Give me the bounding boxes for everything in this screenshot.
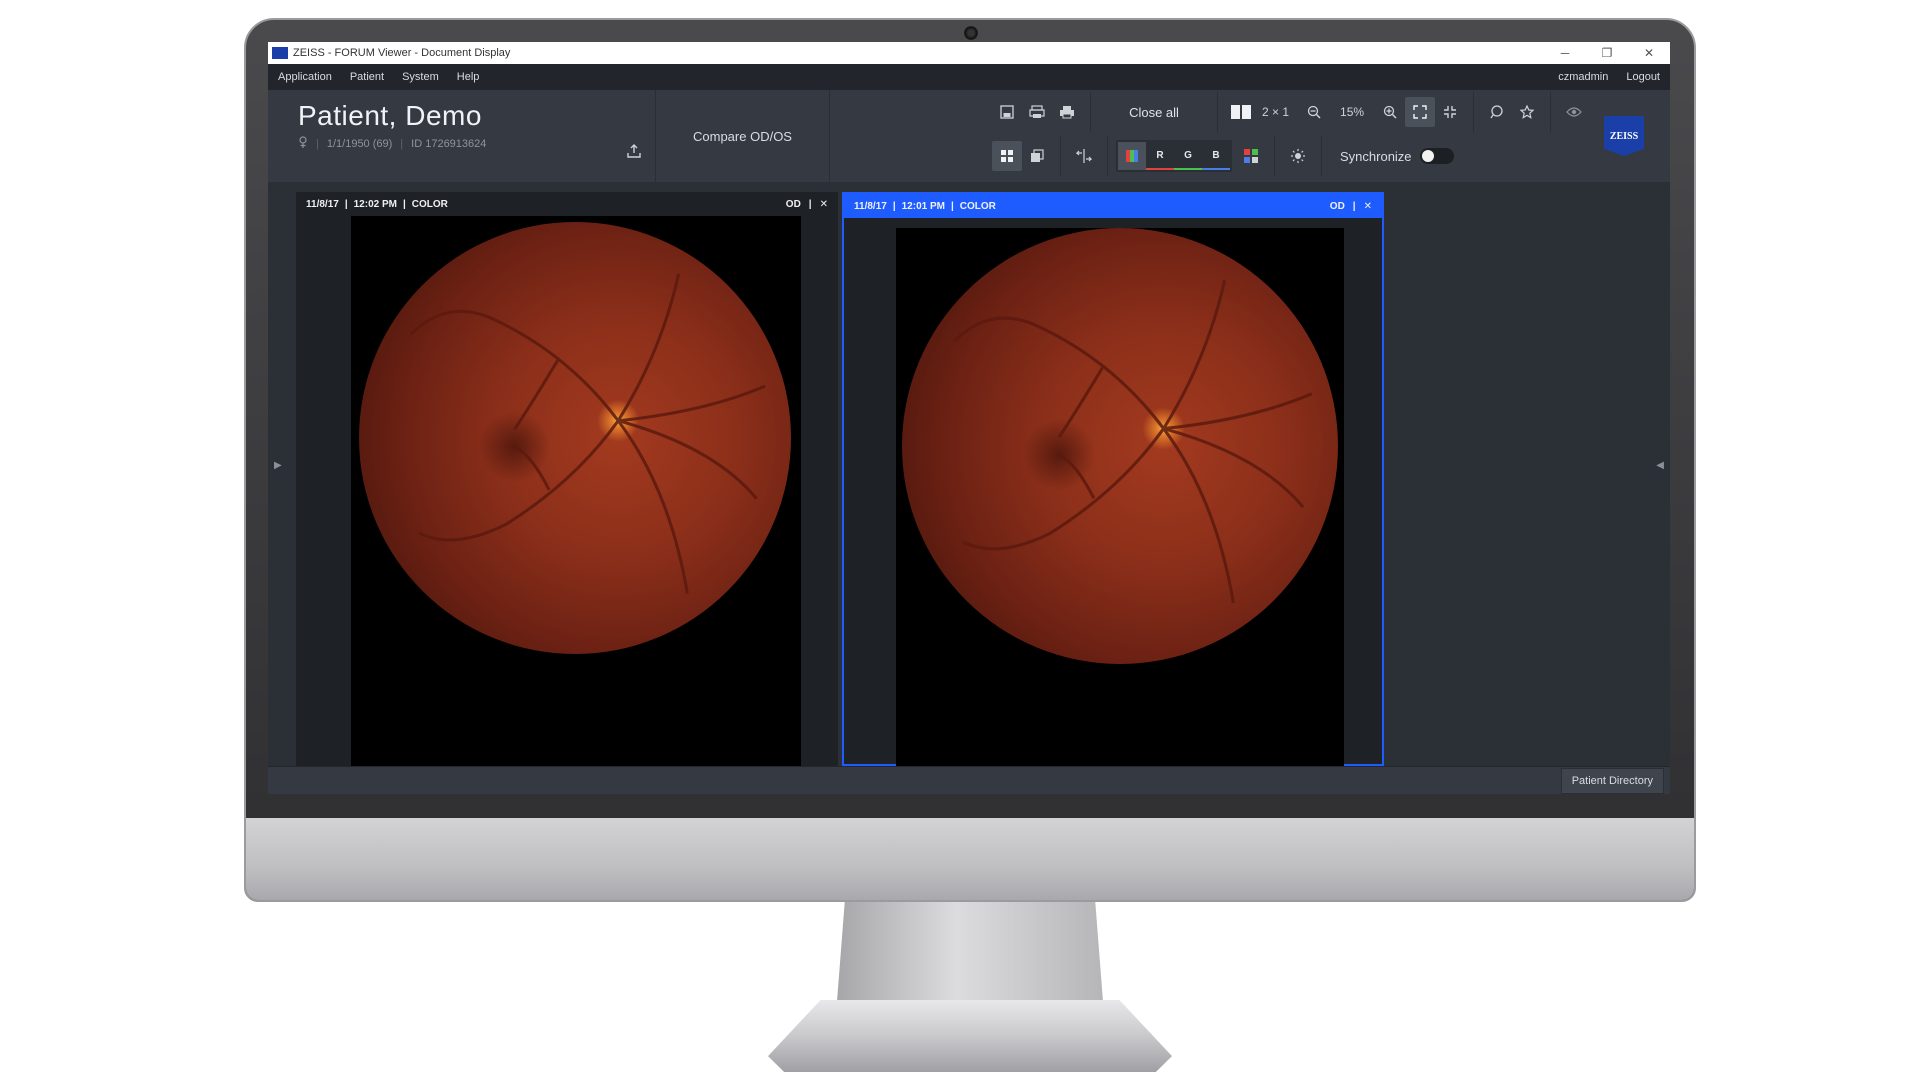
retina-right (902, 228, 1338, 664)
logout-link[interactable]: Logout (1626, 71, 1660, 83)
menu-application[interactable]: Application (278, 71, 332, 83)
image-pane-left[interactable]: 11/8/17 | 12:02 PM | COLOR OD | ✕ (296, 192, 838, 766)
pane-type: COLOR (959, 200, 996, 212)
visibility-eye-icon[interactable] (1559, 97, 1589, 127)
menu-system[interactable]: System (402, 71, 439, 83)
patient-id: ID 1726913624 (411, 137, 487, 150)
status-bar: Patient Directory (268, 766, 1670, 794)
pane-close-icon[interactable]: ✕ (820, 199, 828, 210)
gender-icon (298, 136, 308, 151)
patient-name: Patient, Demo (298, 100, 482, 131)
webcam (964, 26, 978, 40)
toolbar: Close all 2 × 1 15% R G B Synchronize (830, 90, 1670, 182)
red-channel-button[interactable]: R (1146, 142, 1174, 170)
maximize-button[interactable]: ❐ (1586, 42, 1628, 64)
retinal-vessels-right (953, 279, 1313, 604)
menu-bar: Application Patient System Help czmadmin… (268, 64, 1670, 90)
color-channel-group: R G B (1116, 140, 1232, 172)
pane-date: 11/8/17 (854, 200, 887, 212)
image-pane-right[interactable]: 11/8/17 | 12:01 PM | COLOR OD | ✕ (842, 192, 1384, 766)
patient-directory-button[interactable]: Patient Directory (1560, 767, 1664, 794)
favorite-star-icon[interactable] (1512, 97, 1542, 127)
monitor-stand-base (768, 1000, 1172, 1072)
fundus-image-left (351, 216, 801, 766)
channel-mix-icon[interactable] (1236, 141, 1266, 171)
retinal-vessels-left (409, 273, 766, 594)
layout-selector[interactable]: 2 × 1 (1262, 105, 1289, 119)
layout-icon[interactable] (1226, 97, 1256, 127)
zoom-in-icon[interactable] (1375, 97, 1405, 127)
grid-view-icon[interactable] (992, 141, 1022, 171)
user-name[interactable]: czmadmin (1558, 71, 1608, 83)
save-icon[interactable] (992, 97, 1022, 127)
window-title: ZEISS - FORUM Viewer - Document Display (293, 47, 511, 59)
print-icon[interactable] (1052, 97, 1082, 127)
monitor-chin (246, 818, 1694, 900)
patient-info: Patient, Demo | 1/1/1950 (69) | ID 17269… (268, 90, 656, 182)
patient-meta: | 1/1/1950 (69) | ID 1726913624 (298, 136, 655, 151)
compare-od-os-button[interactable]: Compare OD/OS (656, 90, 830, 182)
screen: ZEISS - FORUM Viewer - Document Display … (268, 42, 1670, 794)
green-channel-button[interactable]: G (1174, 142, 1202, 170)
brightness-icon[interactable] (1283, 141, 1313, 171)
close-all-button[interactable]: Close all (1099, 105, 1209, 120)
zoom-level[interactable]: 15% (1329, 105, 1375, 119)
fit-to-window-icon[interactable] (1405, 97, 1436, 127)
zoom-out-icon[interactable] (1299, 97, 1329, 127)
pane-close-icon[interactable]: ✕ (1364, 201, 1372, 212)
image-viewport: ▶ ◀ 11/8/17 | 12:02 PM | COLOR OD | ✕ 11… (268, 182, 1670, 780)
flip-icon[interactable] (1069, 141, 1099, 171)
color-channel-all-icon[interactable] (1118, 142, 1146, 170)
header: Patient, Demo | 1/1/1950 (69) | ID 17269… (268, 90, 1670, 182)
menu-help[interactable]: Help (457, 71, 480, 83)
fundus-image-right (896, 228, 1344, 766)
menu-patient[interactable]: Patient (350, 71, 384, 83)
shrink-icon[interactable] (1435, 97, 1465, 127)
pane-eye: OD (785, 198, 801, 210)
patient-dob: 1/1/1950 (69) (326, 137, 393, 150)
export-icon[interactable] (627, 144, 641, 163)
pane-eye: OD (1329, 200, 1345, 212)
title-bar: ZEISS - FORUM Viewer - Document Display … (268, 42, 1670, 64)
right-panel-arrow-icon[interactable]: ◀ (1656, 460, 1664, 471)
print-preview-icon[interactable] (1022, 97, 1052, 127)
minimize-button[interactable]: ─ (1544, 42, 1586, 64)
zeiss-logo: ZEISS (1604, 116, 1644, 156)
pane-time: 12:02 PM (353, 198, 397, 210)
close-window-button[interactable]: ✕ (1628, 42, 1670, 64)
synchronize-toggle[interactable] (1419, 148, 1454, 164)
left-panel-arrow-icon[interactable]: ▶ (274, 460, 282, 471)
annotation-icon[interactable] (1482, 97, 1512, 127)
pane-type: COLOR (411, 198, 448, 210)
pane-time: 12:01 PM (901, 200, 945, 212)
zeiss-app-icon (272, 47, 288, 59)
retina-left (359, 222, 791, 654)
pane-header-left: 11/8/17 | 12:02 PM | COLOR OD | ✕ (296, 192, 838, 216)
pane-header-right: 11/8/17 | 12:01 PM | COLOR OD | ✕ (844, 194, 1382, 218)
synchronize-label: Synchronize (1340, 148, 1412, 164)
blue-channel-button[interactable]: B (1202, 142, 1230, 170)
overlay-view-icon[interactable] (1022, 141, 1052, 171)
pane-date: 11/8/17 (306, 198, 339, 210)
